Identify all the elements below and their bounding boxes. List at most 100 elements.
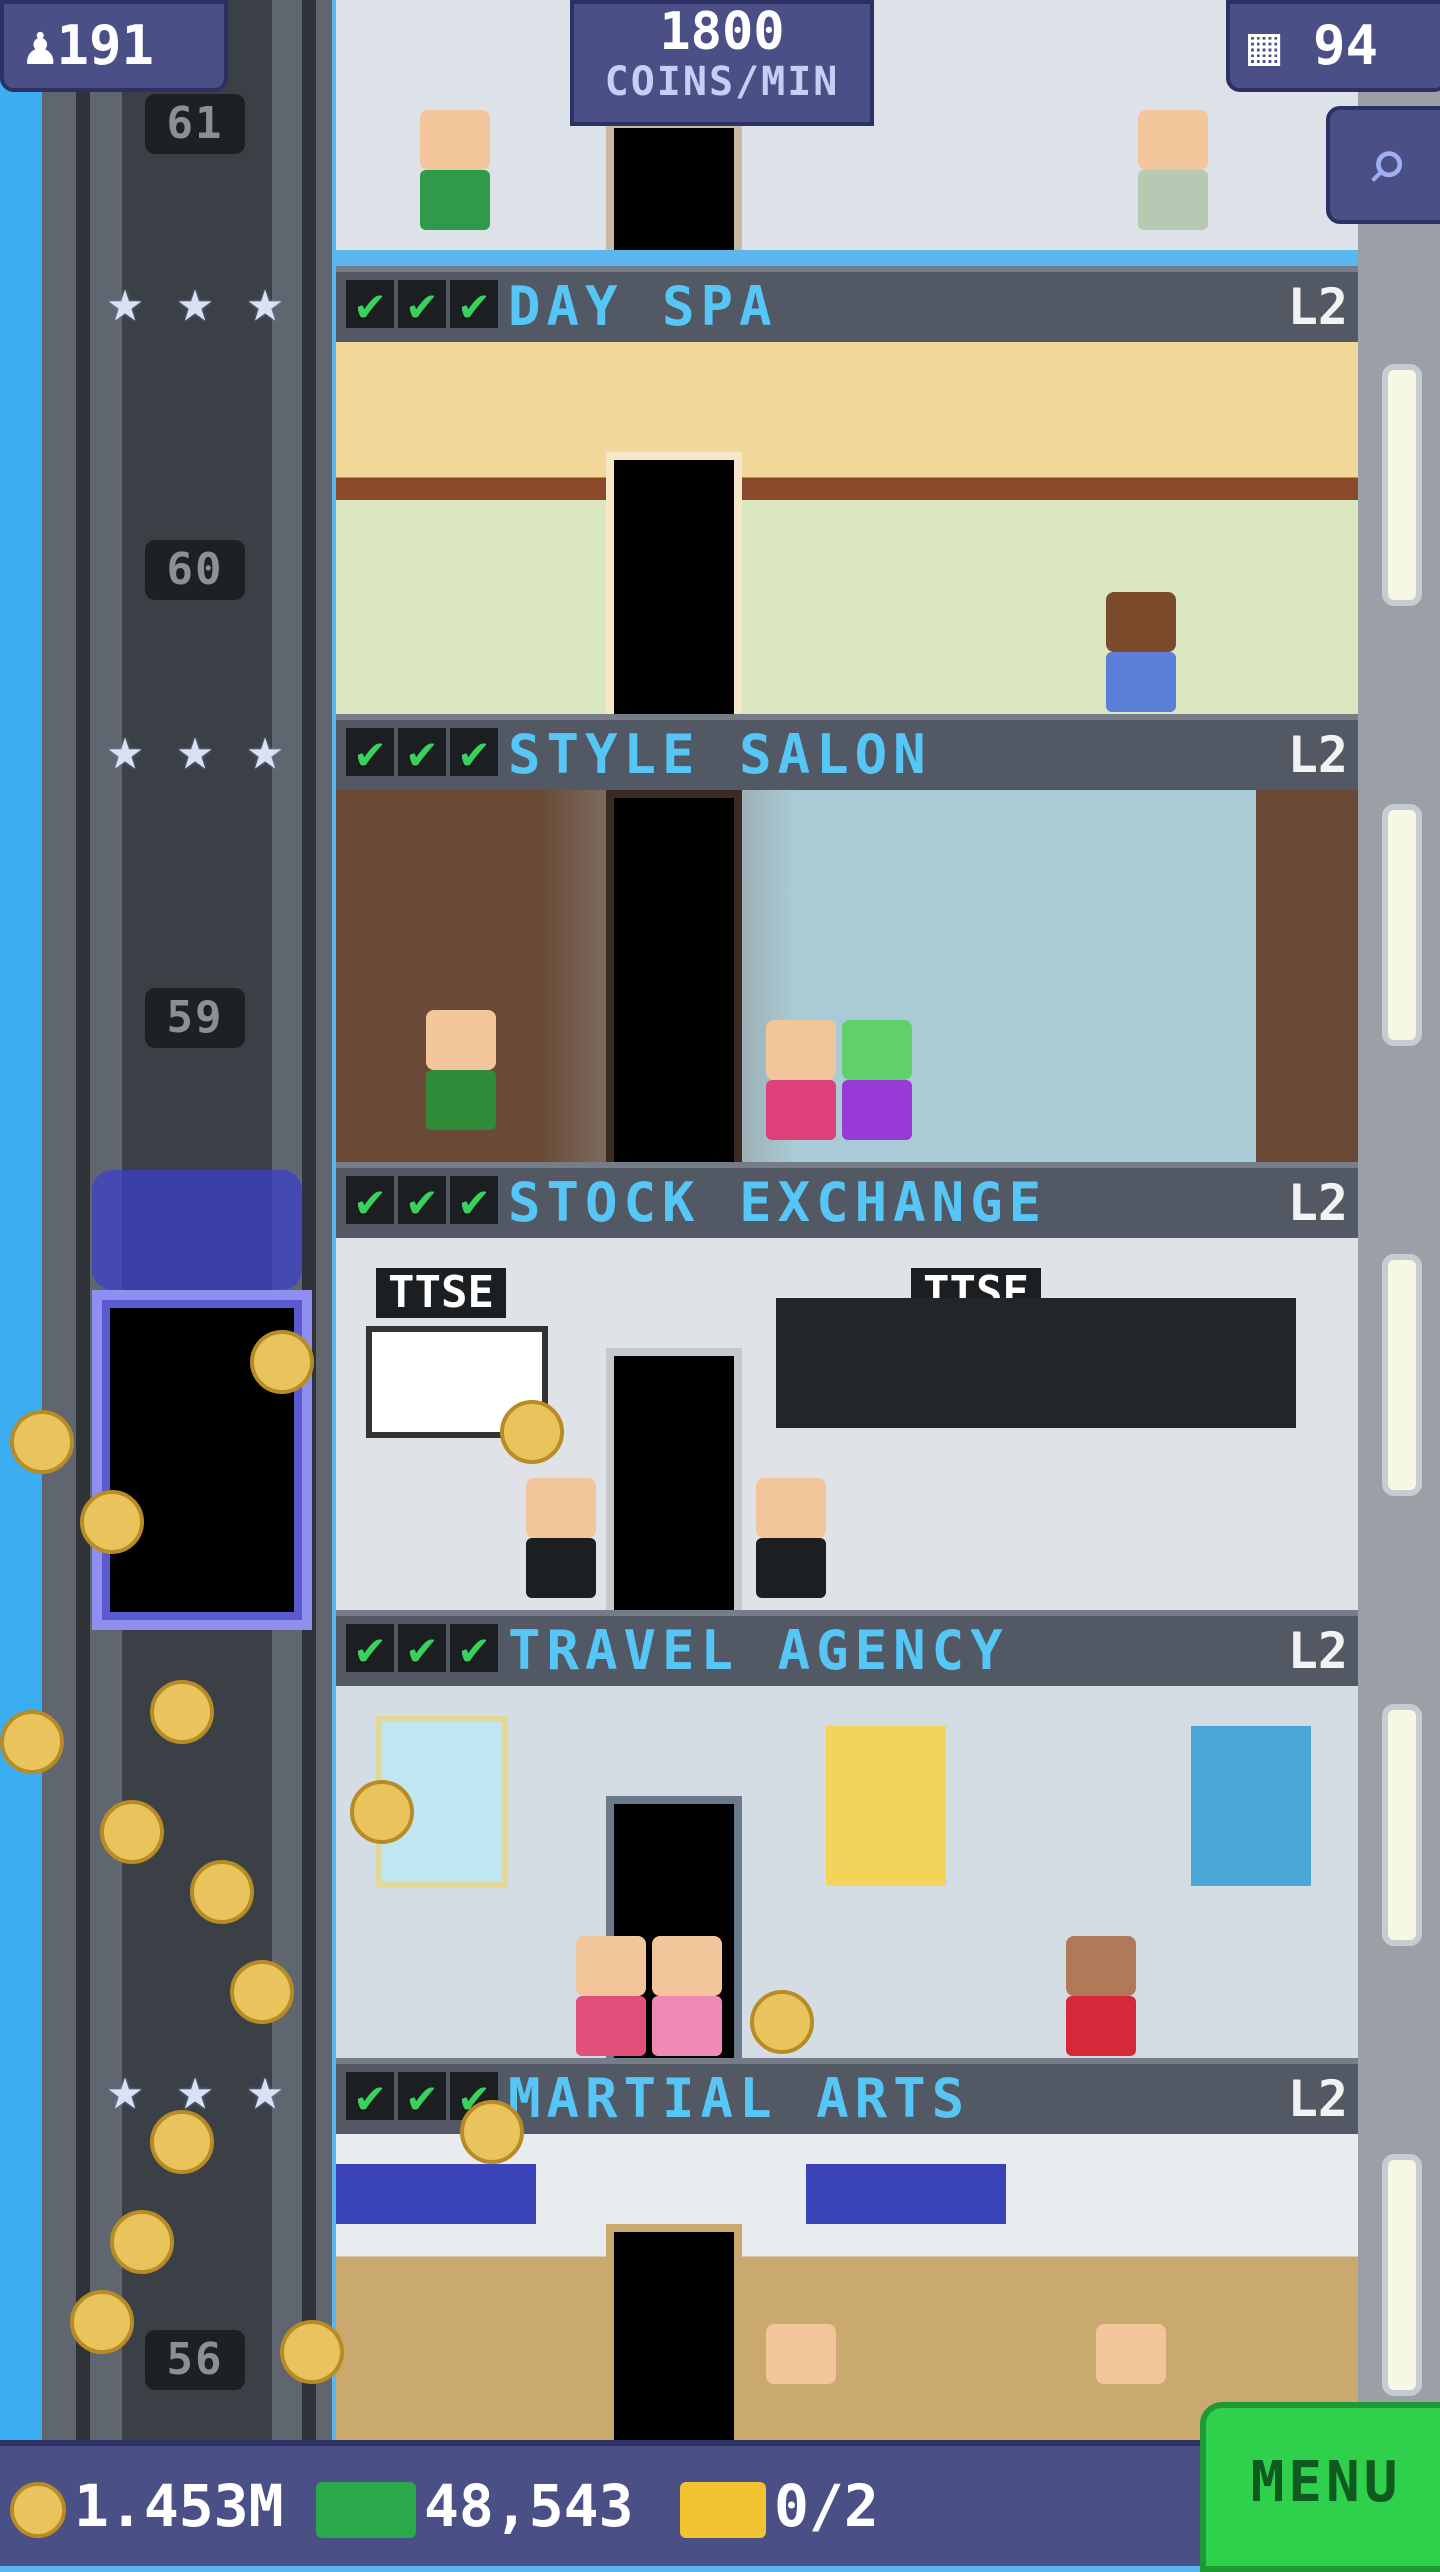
elevator-ornament (92, 1170, 302, 1290)
room-door (606, 452, 742, 718)
building-icon: ▦ (1248, 14, 1281, 77)
window-light (1388, 810, 1416, 1040)
bitizen[interactable] (652, 1936, 722, 2056)
bitizen[interactable] (1106, 592, 1176, 712)
coin-icon[interactable] (250, 1330, 314, 1394)
coin-icon[interactable] (10, 1410, 74, 1474)
floor-level: L2 (1287, 726, 1348, 784)
bitizen[interactable] (1066, 1936, 1136, 2056)
menu-button[interactable]: MENU (1200, 2402, 1440, 2572)
coin-icon[interactable] (350, 1780, 414, 1844)
dojo-banner (336, 2164, 536, 2224)
check-icon: ✔ (346, 1176, 394, 1224)
bitizen[interactable] (1138, 110, 1208, 230)
floor-name: DAY SPA (508, 275, 778, 338)
elevator-floor-number: 59 (145, 988, 245, 1048)
room-door (606, 2224, 742, 2440)
coin-icon[interactable] (150, 2110, 214, 2174)
coin-icon[interactable] (110, 2210, 174, 2274)
bitizen[interactable] (426, 1010, 496, 1130)
coins-value: 1.453M (74, 2472, 284, 2540)
shaft-rail (302, 0, 316, 2440)
bitizen[interactable] (766, 1020, 836, 1140)
floor-name: STYLE SALON (508, 723, 932, 786)
floor-header: ✔ ✔ ✔ DAY SPA L2 (336, 266, 1358, 346)
coin-icon[interactable] (460, 2100, 524, 2164)
ticket-icon (680, 2481, 766, 2538)
floor-stock-exchange[interactable]: ✔ ✔ ✔ STOCK EXCHANGE L2 TTSE TTSE (336, 1162, 1358, 1614)
coin-icon[interactable] (80, 1490, 144, 1554)
bitizen[interactable] (842, 1020, 912, 1140)
person-icon: ♟ (24, 14, 57, 77)
floor-travel-agency[interactable]: ✔ ✔ ✔ TRAVEL AGENCY L2 (336, 1610, 1358, 2062)
bitizen[interactable] (756, 1478, 826, 1598)
population-value: 191 (56, 14, 155, 77)
tickets-display[interactable]: 0/2 (680, 2464, 879, 2548)
star-icon: ★ (176, 266, 214, 336)
room-door (606, 1348, 742, 1614)
check-icon: ✔ (346, 1624, 394, 1672)
star-icon: ★ (106, 714, 144, 784)
search-button[interactable]: ⌕ (1326, 106, 1440, 224)
floor-style-salon[interactable]: ✔ ✔ ✔ STYLE SALON L2 (336, 714, 1358, 1166)
stock-board (776, 1298, 1296, 1428)
check-icon: ✔ (346, 280, 394, 328)
star-icon: ★ (106, 266, 144, 336)
floor-stars: ★ ★ ★ (96, 266, 294, 336)
coin-icon[interactable] (230, 1960, 294, 2024)
population-counter[interactable]: ♟191 (0, 0, 228, 92)
bitizen[interactable] (766, 2324, 836, 2440)
star-icon: ★ (176, 714, 214, 784)
check-icon: ✔ (398, 1176, 446, 1224)
star-icon: ★ (246, 714, 284, 784)
check-icon: ✔ (346, 2072, 394, 2120)
bitizen[interactable] (576, 1936, 646, 2056)
star-icon: ★ (246, 2054, 284, 2124)
bitizen[interactable] (1096, 2324, 1166, 2440)
bux-icon (316, 2481, 416, 2538)
bitizen[interactable] (526, 1478, 596, 1598)
coin-icon[interactable] (70, 2290, 134, 2354)
floor-level: L2 (1287, 2070, 1348, 2128)
room-interior (336, 1686, 1358, 2062)
bitizen[interactable] (420, 110, 490, 230)
coins-per-min-box[interactable]: 1800 COINS/MIN (570, 0, 874, 126)
room-interior (336, 2134, 1358, 2440)
floor-name: TRAVEL AGENCY (508, 1619, 1009, 1682)
star-icon: ★ (246, 266, 284, 336)
coin-icon[interactable] (500, 1400, 564, 1464)
coin-icon[interactable] (150, 1680, 214, 1744)
elevator-floor-number: 61 (145, 94, 245, 154)
coin-icon[interactable] (280, 2320, 344, 2384)
coin-icon (10, 2481, 66, 2538)
check-icon: ✔ (450, 1624, 498, 1672)
bux-display[interactable]: 48,543 (316, 2464, 634, 2548)
coin-icon[interactable] (190, 1860, 254, 1924)
shaft-rail (76, 0, 90, 2440)
floors-value: 94 (1313, 14, 1379, 77)
window-light (1388, 2160, 1416, 2390)
floor-checks: ✔ ✔ ✔ (346, 280, 498, 328)
check-icon: ✔ (398, 728, 446, 776)
tickets-value: 0/2 (774, 2472, 879, 2540)
coin-icon[interactable] (750, 1990, 814, 2054)
floor-day-spa[interactable]: ✔ ✔ ✔ DAY SPA L2 (336, 266, 1358, 718)
floor-name: STOCK EXCHANGE (508, 1171, 1048, 1234)
check-icon: ✔ (398, 280, 446, 328)
coin-icon[interactable] (100, 1800, 164, 1864)
floor-checks: ✔ ✔ ✔ (346, 1176, 498, 1224)
travel-poster (1191, 1726, 1311, 1886)
floor-header: ✔ ✔ ✔ STOCK EXCHANGE L2 (336, 1162, 1358, 1242)
tower-edge (1358, 0, 1440, 2440)
floor-checks: ✔ ✔ ✔ (346, 728, 498, 776)
coin-icon[interactable] (0, 1710, 64, 1774)
floors-counter[interactable]: ▦ 94 (1226, 0, 1440, 92)
sky-strip (0, 0, 42, 2440)
dojo-banner (806, 2164, 1006, 2224)
room-interior: TTSE TTSE (336, 1238, 1358, 1614)
check-icon: ✔ (450, 1176, 498, 1224)
coins-display[interactable]: 1.453M (10, 2464, 284, 2548)
check-icon: ✔ (398, 1624, 446, 1672)
floor-stars: ★ ★ ★ (96, 2054, 294, 2124)
check-icon: ✔ (398, 2072, 446, 2120)
